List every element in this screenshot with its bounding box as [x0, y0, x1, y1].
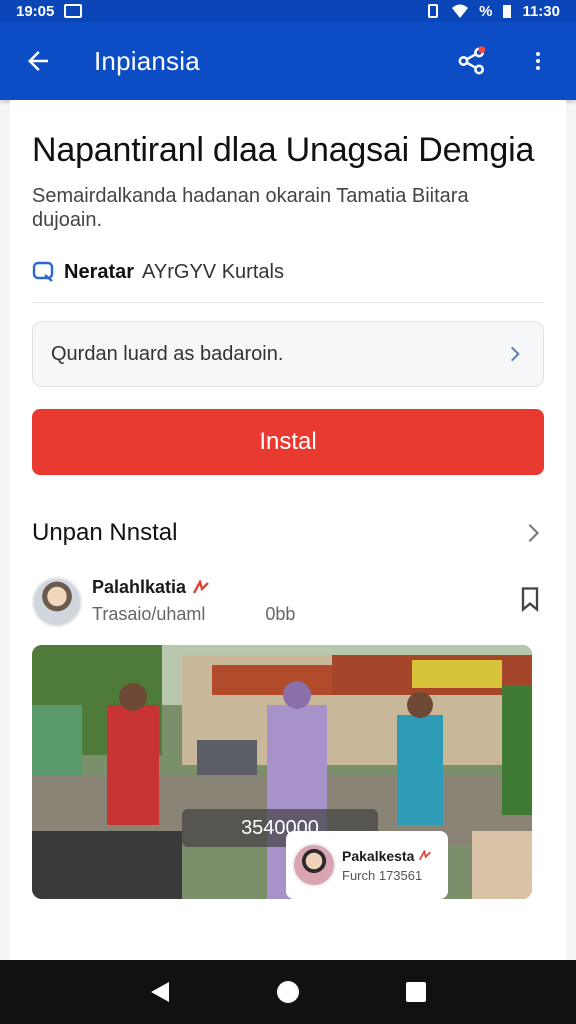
mini-profile-detail: Furch 173561 — [342, 867, 423, 883]
post-subtitle: Trasaio/uhaml — [92, 604, 206, 624]
post-photo[interactable]: 3540000 Pakalkesta Furch 173561 — [32, 645, 532, 899]
back-arrow-icon[interactable] — [20, 43, 56, 79]
status-time-left: 19:05 — [16, 2, 55, 20]
mini-profile-name: Pakalkesta — [342, 847, 415, 864]
reviews-bold-text: Neratar — [64, 260, 135, 283]
post-count: 0bb — [265, 604, 296, 624]
back-icon[interactable] — [140, 972, 180, 1012]
post-author[interactable]: Palahlkatia — [92, 577, 186, 598]
home-icon[interactable] — [268, 972, 308, 1012]
page-description: Semairdalkanda hadanan okarain Tamatia B… — [32, 185, 469, 231]
status-time-right: 11:30 — [522, 2, 560, 20]
avatar — [292, 843, 336, 887]
section-header[interactable]: Unpan Nnstal — [32, 519, 544, 547]
content-card: Napantiranl dlaa Unagsai Demgia Semairda… — [10, 100, 566, 960]
verified-icon — [193, 579, 209, 594]
app-bar: Inpiansia — [0, 22, 576, 100]
status-bar: 19:05 % 11:30 — [0, 0, 576, 22]
avatar[interactable] — [32, 577, 82, 627]
bookmark-icon[interactable] — [516, 585, 544, 618]
info-field-text: Qurdan luard as badaroin. — [51, 342, 284, 365]
verified-icon — [419, 849, 432, 860]
recents-icon[interactable] — [396, 972, 436, 1012]
install-button[interactable]: Instal — [32, 409, 544, 475]
more-vert-icon[interactable] — [520, 43, 556, 79]
notification-icon — [64, 4, 83, 18]
page-title: Napantiranl dlaa Unagsai Demgia — [32, 131, 535, 169]
battery-text: % — [479, 2, 493, 20]
reviews-row[interactable]: Neratar AYrGYV Kurtals — [32, 260, 544, 303]
chevron-right-icon — [528, 524, 540, 542]
reviews-text: AYrGYV Kurtals — [142, 260, 284, 283]
mini-profile-card[interactable]: Pakalkesta Furch 173561 — [286, 831, 448, 899]
battery-icon — [503, 5, 512, 18]
app-title: Inpiansia — [94, 45, 200, 76]
street-scene-image — [32, 645, 532, 899]
wifi-icon — [452, 4, 469, 18]
system-nav-bar — [0, 960, 576, 1024]
vibrate-icon — [428, 4, 439, 18]
post-header: Palahlkatia Trasaio/uhaml 0bb — [32, 577, 544, 627]
share-icon[interactable] — [454, 43, 490, 79]
chevron-right-icon — [510, 346, 520, 362]
section-title: Unpan Nnstal — [32, 519, 178, 546]
search-chat-icon — [32, 261, 54, 282]
info-field[interactable]: Qurdan luard as badaroin. — [32, 321, 544, 387]
